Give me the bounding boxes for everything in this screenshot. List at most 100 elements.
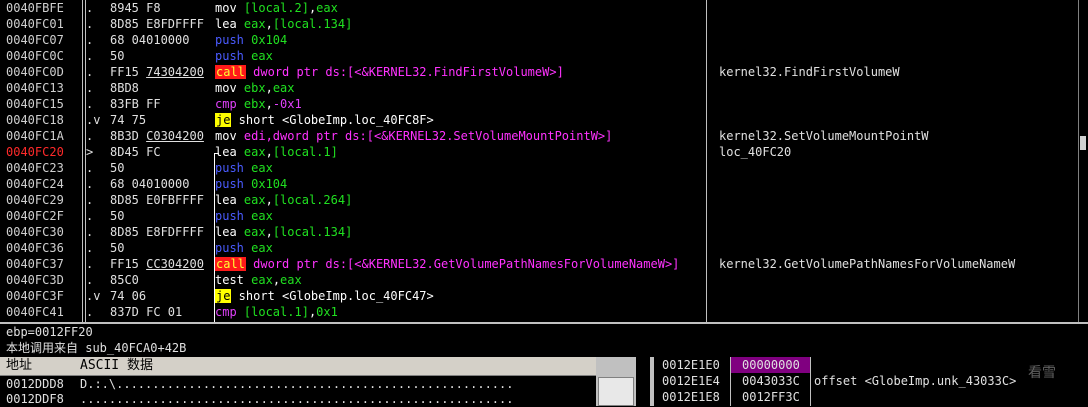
disasm-row[interactable]: 0040FC1A. 8B3D C0304200 mov edi,dword ptr …	[0, 128, 1078, 144]
instruction-address[interactable]: 0040FC24	[6, 176, 64, 192]
instruction-address[interactable]: 0040FC13	[6, 80, 64, 96]
disasm-row[interactable]: 0040FC2F. 50 push eax	[0, 208, 1078, 224]
dump-row-address[interactable]: 0012DDD8	[6, 377, 64, 392]
instruction-address[interactable]: 0040FC01	[6, 16, 64, 32]
instruction-text[interactable]: push 0x104	[215, 176, 705, 192]
instruction-text[interactable]: push eax	[215, 160, 705, 176]
disasm-row[interactable]: 0040FC23. 50 push eax	[0, 160, 1078, 176]
instruction-bytes[interactable]: 8D45 FC	[110, 144, 210, 160]
instruction-address[interactable]: 0040FC3F	[6, 288, 64, 304]
instruction-bytes[interactable]: 50	[110, 48, 210, 64]
disasm-row[interactable]: 0040FC20 >8D45 FC lea eax,[local.1] loc_40F…	[0, 144, 1078, 160]
disasm-row[interactable]: 0040FC37. FF15 CC304200 call dword ptr ds:…	[0, 256, 1078, 272]
instruction-bytes[interactable]: FF15 74304200	[110, 64, 210, 80]
instruction-text[interactable]: cmp [local.1],0x1	[215, 304, 705, 320]
stack-address[interactable]: 0012E1E4	[662, 373, 720, 389]
instruction-text[interactable]: lea eax,[local.134]	[215, 16, 705, 32]
instruction-text[interactable]: mov [local.2],eax	[215, 0, 705, 16]
instruction-text[interactable]: mov ebx,eax	[215, 80, 705, 96]
instruction-text[interactable]: push eax	[215, 240, 705, 256]
instruction-text[interactable]: push 0x104	[215, 32, 705, 48]
disasm-row[interactable]: 0040FC0C. 50 push eax	[0, 48, 1078, 64]
scrollbar-thumb[interactable]	[1080, 136, 1086, 150]
instruction-address[interactable]: 0040FC37	[6, 256, 64, 272]
disasm-row[interactable]: 0040FBFE. 8945 F8 mov [local.2],eax	[0, 0, 1078, 16]
instruction-address[interactable]: 0040FC0C	[6, 48, 64, 64]
dump-scrollbar[interactable]	[596, 357, 636, 406]
disasm-row[interactable]: 0040FC30. 8D85 E8FDFFFF lea eax,[local.134…	[0, 224, 1078, 240]
instruction-bytes[interactable]: 8BD8	[110, 80, 210, 96]
instruction-text[interactable]: lea eax,[local.264]	[215, 192, 705, 208]
disasm-row[interactable]: 0040FC07. 68 04010000 push 0x104	[0, 32, 1078, 48]
disassembly-scrollbar[interactable]	[1078, 0, 1088, 322]
stack-address[interactable]: 0012E1E8	[662, 389, 720, 405]
instruction-address[interactable]: 0040FC2F	[6, 208, 64, 224]
instruction-address[interactable]: 0040FC23	[6, 160, 64, 176]
dump-row-address[interactable]: 0012DDF8	[6, 392, 64, 407]
disasm-row[interactable]: 0040FC3F .v 74 06 je short <GlobeImp.loc_40…	[0, 288, 1078, 304]
instruction-bytes[interactable]: 50	[110, 160, 210, 176]
disassembly-pane[interactable]: 0040FBFE. 8945 F8 mov [local.2],eax 0040FC0…	[0, 0, 1078, 322]
instruction-address[interactable]: 0040FC0D	[6, 64, 64, 80]
dump-header-ascii[interactable]: ASCII 数据	[76, 357, 601, 376]
memory-dump-pane[interactable]: 地址 ASCII 数据 0012DDD8 D.:.\..............…	[0, 357, 650, 406]
instruction-bytes[interactable]: 85C0	[110, 272, 210, 288]
instruction-text[interactable]: call dword ptr ds:[<&KERNEL32.GetVolumeP…	[215, 256, 705, 272]
instruction-address[interactable]: 0040FC3D	[6, 272, 64, 288]
instruction-bytes[interactable]: 74 75	[110, 112, 210, 128]
stack-pane[interactable]: 0012E1E0 00000000 0012E1E4 0043033C offs…	[650, 357, 1088, 406]
instruction-bytes[interactable]: 50	[110, 240, 210, 256]
instruction-text[interactable]: call dword ptr ds:[<&KERNEL32.FindFirstV…	[215, 64, 705, 80]
stack-address[interactable]: 0012E1E0	[662, 357, 720, 373]
stack-value[interactable]: 00000000	[742, 357, 800, 373]
instruction-text[interactable]: lea eax,[local.134]	[215, 224, 705, 240]
dump-row-ascii[interactable]: D.:.\...................................…	[80, 377, 590, 392]
instruction-text[interactable]: push eax	[215, 208, 705, 224]
instruction-text[interactable]: test eax,eax	[215, 272, 705, 288]
instruction-bytes[interactable]: 837D FC 01	[110, 304, 210, 320]
disasm-row[interactable]: 0040FC41. 837D FC 01 cmp [local.1],0x1	[0, 304, 1078, 320]
instruction-address[interactable]: 0040FC29	[6, 192, 64, 208]
disasm-row[interactable]: 0040FC3D. 85C0 test eax,eax	[0, 272, 1078, 288]
instruction-address[interactable]: 0040FC07	[6, 32, 64, 48]
dump-header-address[interactable]: 地址	[0, 357, 81, 376]
instruction-text[interactable]: je short <GlobeImp.loc_40FC8F>	[215, 112, 705, 128]
disasm-row[interactable]: 0040FC01. 8D85 E8FDFFFF lea eax,[local.134…	[0, 16, 1078, 32]
stack-value[interactable]: 0012FF3C	[742, 389, 800, 405]
instruction-address[interactable]: 0040FC30	[6, 224, 64, 240]
disasm-row[interactable]: 0040FC0D. FF15 74304200 call dword ptr ds:…	[0, 64, 1078, 80]
instruction-bytes[interactable]: 68 04010000	[110, 32, 210, 48]
instruction-address[interactable]: 0040FC18	[6, 112, 64, 128]
instruction-address[interactable]: 0040FC15	[6, 96, 64, 112]
scrollbar-thumb[interactable]	[598, 377, 634, 406]
asm-token: short <GlobeImp.loc_40FC47>	[231, 289, 434, 303]
instruction-bytes[interactable]: 50	[110, 208, 210, 224]
instruction-text[interactable]: je short <GlobeImp.loc_40FC47>	[215, 288, 705, 304]
instruction-bytes[interactable]: 8D85 E8FDFFFF	[110, 224, 210, 240]
instruction-address[interactable]: 0040FC1A	[6, 128, 64, 144]
instruction-bytes[interactable]: 68 04010000	[110, 176, 210, 192]
instruction-bytes[interactable]: FF15 CC304200	[110, 256, 210, 272]
instruction-text[interactable]: push eax	[215, 48, 705, 64]
instruction-address[interactable]: 0040FC41	[6, 304, 64, 320]
instruction-bytes[interactable]: 8D85 E8FDFFFF	[110, 16, 210, 32]
disasm-row[interactable]: 0040FC18 .v 74 75 je short <GlobeImp.loc_40…	[0, 112, 1078, 128]
instruction-text[interactable]: lea eax,[local.1]	[215, 144, 705, 160]
instruction-address[interactable]: 0040FBFE	[6, 0, 64, 16]
instruction-bytes[interactable]: 8945 F8	[110, 0, 210, 16]
disasm-row[interactable]: 0040FC24. 68 04010000 push 0x104	[0, 176, 1078, 192]
instruction-address[interactable]: 0040FC36	[6, 240, 64, 256]
instruction-address[interactable]: 0040FC20	[6, 144, 64, 160]
stack-value[interactable]: 0043033C	[742, 373, 800, 389]
instruction-bytes[interactable]: 8B3D C0304200	[110, 128, 210, 144]
disasm-row[interactable]: 0040FC36. 50 push eax	[0, 240, 1078, 256]
instruction-text[interactable]: cmp ebx,-0x1	[215, 96, 705, 112]
instruction-bytes[interactable]: 8D85 E0FBFFFF	[110, 192, 210, 208]
disasm-row[interactable]: 0040FC29. 8D85 E0FBFFFF lea eax,[local.264…	[0, 192, 1078, 208]
instruction-bytes[interactable]: 74 06	[110, 288, 210, 304]
dump-row-ascii[interactable]: ........................................…	[80, 392, 590, 407]
instruction-bytes[interactable]: 83FB FF	[110, 96, 210, 112]
disasm-row[interactable]: 0040FC15. 83FB FF cmp ebx,-0x1	[0, 96, 1078, 112]
disasm-row[interactable]: 0040FC13. 8BD8 mov ebx,eax	[0, 80, 1078, 96]
instruction-text[interactable]: mov edi,dword ptr ds:[<&KERNEL32.SetVolu…	[215, 128, 705, 144]
